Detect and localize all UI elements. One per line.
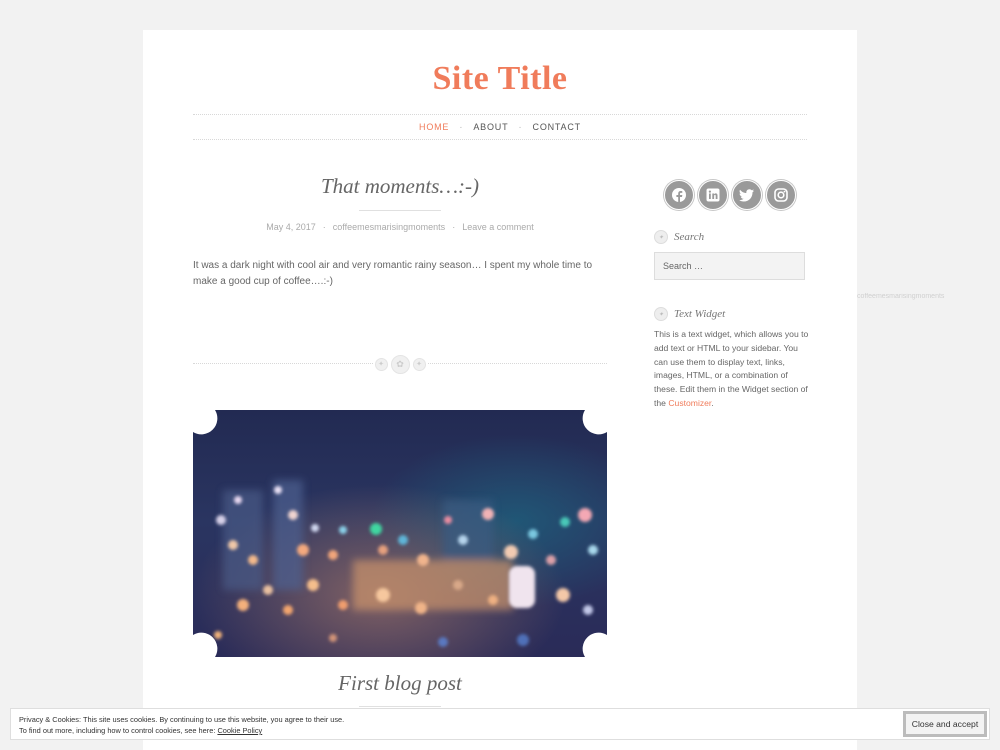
meta-separator: · <box>452 222 456 232</box>
customizer-link[interactable]: Customizer <box>668 398 711 408</box>
cookie-line-2: To find out more, including how to contr… <box>19 725 344 736</box>
site-title[interactable]: Site Title <box>143 60 857 98</box>
search-widget-title: ✦ Search <box>654 230 704 244</box>
faded-overflow-text: coffeemesmarisingmoments <box>857 293 945 300</box>
nav-contact[interactable]: CONTACT <box>533 122 581 132</box>
post-excerpt: It was a dark night with cool air and ve… <box>193 260 593 287</box>
cookie-banner: Privacy & Cookies: This site uses cookie… <box>10 708 990 740</box>
facebook-icon[interactable] <box>664 180 694 210</box>
page-container: Site Title HOME · ABOUT · CONTACT That m… <box>143 30 857 750</box>
nav-separator: · <box>518 121 523 133</box>
social-links <box>664 180 796 210</box>
divider-ornament: ✦ ✿ ✦ <box>373 354 427 374</box>
post-date[interactable]: May 4, 2017 <box>266 222 316 232</box>
ornament-flower-icon: ✿ <box>390 354 410 374</box>
ornament-dot-icon: ✦ <box>412 357 426 371</box>
cookie-line-2-text: To find out more, including how to contr… <box>19 726 218 735</box>
close-and-accept-button[interactable]: Close and accept <box>903 711 987 737</box>
text-widget-body: This is a text widget, which allows you … <box>654 328 809 411</box>
ornament-dot-icon: ✦ <box>374 357 388 371</box>
search-input[interactable] <box>654 252 805 280</box>
nav-about[interactable]: ABOUT <box>473 122 508 132</box>
nav-home[interactable]: HOME <box>419 122 449 132</box>
meta-separator: · <box>322 222 326 232</box>
text-widget-end: . <box>711 397 714 408</box>
post-meta: May 4, 2017 · coffeemesmarisingmoments · Lea… <box>193 222 607 232</box>
leave-comment-link[interactable]: Leave a comment <box>462 222 534 232</box>
title-underline <box>359 210 441 211</box>
featured-image[interactable] <box>193 410 607 657</box>
post-author[interactable]: coffeemesmarisingmoments <box>333 222 445 232</box>
text-widget-label: Text Widget <box>674 308 726 320</box>
text-widget-text: This is a text widget, which allows you … <box>654 329 809 408</box>
twitter-icon[interactable] <box>732 180 762 210</box>
post-title-2[interactable]: First blog post <box>193 671 607 696</box>
image-frame <box>193 410 607 657</box>
main-nav: HOME · ABOUT · CONTACT <box>193 114 807 140</box>
instagram-icon[interactable] <box>766 180 796 210</box>
title-underline <box>359 706 441 707</box>
cookie-text: Privacy & Cookies: This site uses cookie… <box>19 714 344 736</box>
post-title[interactable]: That moments…:-) <box>193 174 607 199</box>
cookie-line-1: Privacy & Cookies: This site uses cookie… <box>19 715 345 724</box>
cookie-policy-link[interactable]: Cookie Policy <box>217 726 262 735</box>
search-widget-label: Search <box>674 231 705 243</box>
widget-bullet-icon: ✦ <box>654 307 668 321</box>
text-widget-title: ✦ Text Widget <box>654 307 725 321</box>
widget-bullet-icon: ✦ <box>654 230 668 244</box>
linkedin-icon[interactable] <box>698 180 728 210</box>
nav-separator: · <box>459 121 464 133</box>
